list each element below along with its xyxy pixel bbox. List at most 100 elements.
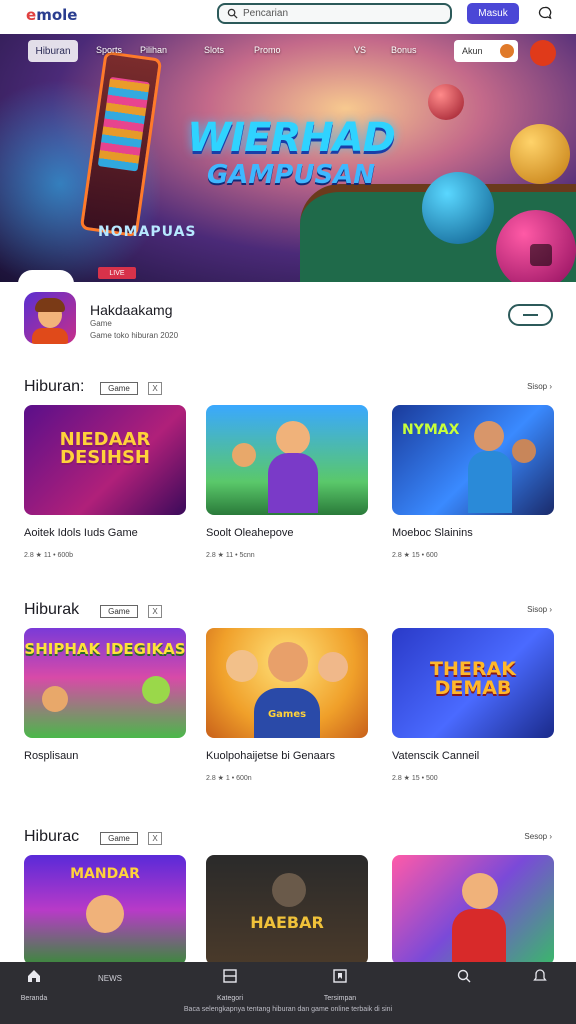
nav-search[interactable] [434,968,494,1008]
ball-illustration [428,84,464,120]
chat-bubble-icon[interactable] [538,6,552,20]
expand-icon[interactable] [530,244,552,266]
thumbnail-title: HAEBAR [250,913,324,932]
game-thumbnail[interactable]: NYMAX [392,405,554,515]
character-illustration [276,421,310,455]
section-title: Hiburan: [24,378,85,395]
grid-icon [223,969,237,983]
search-bar[interactable] [217,3,452,24]
home-icon [28,970,40,982]
game-thumbnail[interactable]: Games [206,628,368,738]
game-meta: 2.8 ★ 15 • 500 [392,775,438,782]
nav-link[interactable]: Pilihan [140,45,167,55]
game-meta: 2.8 ★ 11 • 5cnn [206,552,255,559]
character-illustration [42,686,68,712]
character-illustration [452,909,506,962]
see-all-link[interactable]: Sisop › [527,605,552,614]
login-button[interactable]: Masuk [467,3,519,24]
channel-profile: Hakdaakamg Game Game toko hiburan 2020 [24,292,554,348]
close-icon[interactable]: X [148,832,162,845]
nav-link[interactable]: Sports [96,45,122,55]
character-illustration [462,873,498,909]
hero-banner[interactable]: Hiburan Sports Pilihan Slots Promo VS Bo… [0,34,576,282]
more-button[interactable] [508,304,553,326]
see-all-link[interactable]: Sesop › [524,832,552,841]
nav-home[interactable]: Beranda [4,968,64,1008]
character-illustration [318,652,348,682]
nav-saved[interactable]: Tersimpan [310,968,370,1008]
thumbnail-title: THERAK DEMAB [430,658,516,699]
nav-category[interactable]: Kategori [200,968,260,1008]
thumbnail-title: NIEDAAR DESIHSH [59,429,151,468]
character-illustration [474,421,504,451]
nav-link[interactable]: Bonus [391,45,417,55]
character-illustration [232,443,256,467]
character-illustration [142,676,170,704]
search-input[interactable] [243,8,443,19]
character-illustration [268,642,308,682]
game-title[interactable]: Kuolpohaijetse bi Genaars [206,750,335,762]
search-icon [457,969,471,983]
nav-link[interactable]: Promo [254,45,281,55]
game-thumbnail[interactable]: NIEDAAR DESIHSH [24,405,186,515]
section-title: Hiburak [24,601,80,618]
bottom-navigation: Beranda NEWS Kategori Tersimpan Baca sel… [0,962,576,1024]
thumbnail-title: MANDAR [70,866,140,882]
see-all-link[interactable]: Sisop › [527,382,552,391]
top-bar: emole Masuk [0,0,576,34]
game-section: Hiburac Game X Sesop › MANDAR HAEBAR [0,828,576,962]
game-meta: 2.8 ★ 15 • 600 [392,552,438,559]
thumbnail-title: SHIPHAK IDEGIKAS [24,640,186,658]
character-illustration [272,873,306,907]
game-title[interactable]: Aoitek Idols Iuds Game [24,527,138,539]
close-icon[interactable]: X [148,382,162,395]
section-filter[interactable]: Game [100,382,138,395]
hero-subtitle: NOMAPUAS [98,224,197,240]
ball-illustration [510,124,570,184]
channel-avatar[interactable] [24,292,76,344]
game-title[interactable]: Rosplisaun [24,750,78,762]
game-title[interactable]: Moeboc Slainins [392,527,473,539]
character-illustration [468,451,512,513]
nav-label: Beranda [20,995,48,1002]
nav-notifications[interactable] [510,968,570,1008]
thumbnail-title: NYMAX [402,422,460,438]
notification-avatar[interactable] [530,40,556,66]
game-meta: 2.8 ★ 1 • 600n [206,775,252,782]
bell-icon [533,969,547,981]
section-filter[interactable]: Game [100,605,138,618]
channel-description: Game toko hiburan 2020 [90,331,179,340]
ball-illustration [422,172,494,244]
character-illustration [86,895,124,933]
game-thumbnail[interactable]: MANDAR [24,855,186,962]
game-title[interactable]: Vatenscik Canneil [392,750,479,762]
section-title: Hiburac [24,828,80,845]
user-label: Akun [462,46,483,56]
close-icon[interactable]: X [148,605,162,618]
game-meta: 2.8 ★ 11 • 600b [24,552,74,559]
channel-name[interactable]: Hakdaakamg [90,302,173,318]
section-filter[interactable]: Game [100,832,138,845]
user-avatar [500,44,514,58]
user-menu[interactable]: Akun [454,40,518,62]
game-thumbnail[interactable]: HAEBAR [206,855,368,962]
nav-tab-active[interactable]: Hiburan [28,40,78,62]
hero-title: WIERHAD GAMPUSAN [186,118,396,188]
game-thumbnail[interactable] [206,405,368,515]
nav-link[interactable]: VS [354,45,366,55]
app-logo[interactable]: emole [26,6,77,24]
game-thumbnail[interactable]: SHIPHAK IDEGIKAS [24,628,186,738]
news-label[interactable]: NEWS [98,974,122,983]
game-title[interactable]: Soolt Oleahepove [206,527,293,539]
game-thumbnail[interactable]: THERAK DEMAB [392,628,554,738]
nav-label: Tersimpan [323,995,357,1002]
hero-notch [18,270,74,282]
logo-text: mole [36,6,78,24]
character-illustration [226,650,258,682]
game-section: Hiburan: Game X Sisop › NIEDAAR DESIHSH … [0,378,576,568]
character-illustration [268,453,318,513]
nav-link[interactable]: Slots [204,45,224,55]
logo-prefix: e [26,6,37,24]
game-thumbnail[interactable] [392,855,554,962]
search-icon [227,8,238,19]
